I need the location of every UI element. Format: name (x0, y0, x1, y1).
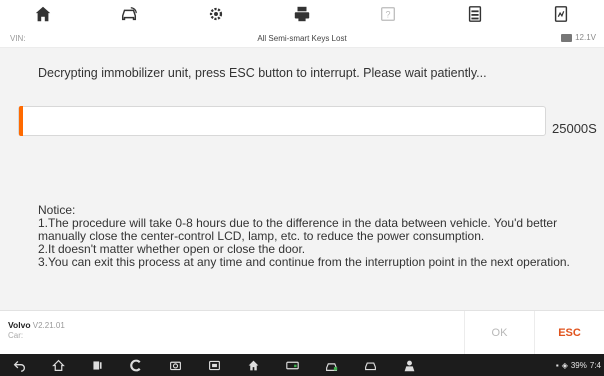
footer-bar: Volvo V2.21.01 Car: OK ESC (0, 310, 604, 355)
status-message: Decrypting immobilizer unit, press ESC b… (38, 66, 487, 80)
home-app-button[interactable] (234, 359, 273, 372)
notification-icon: ▪ (555, 360, 559, 370)
vehicle-info: Volvo V2.21.01 Car: (8, 320, 65, 340)
battery-voltage-value: 12.1V (575, 33, 596, 42)
esc-button[interactable]: ESC (534, 311, 604, 355)
vci-button[interactable] (195, 359, 234, 372)
back-icon (13, 360, 25, 372)
home-nav-button[interactable] (39, 359, 78, 372)
ok-button[interactable]: OK (464, 311, 534, 355)
data-log-icon (468, 6, 481, 22)
settings-button[interactable] (173, 0, 259, 28)
help-icon: ? (381, 7, 396, 21)
system-status: ▪ ◈ 39% 7:4 (556, 361, 604, 370)
recent-apps-button[interactable] (78, 359, 117, 372)
main-content: Decrypting immobilizer unit, press ESC b… (0, 48, 604, 310)
page-title: All Semi-smart Keys Lost (257, 34, 347, 43)
vehicle-swap-icon (122, 7, 138, 21)
mechanic-button[interactable] (390, 359, 429, 372)
battery-test-icon (286, 361, 299, 369)
notice-text: Notice: 1.The procedure will take 0-8 ho… (38, 204, 578, 269)
title-bar: VIN: All Semi-smart Keys Lost 12.1V (0, 28, 604, 48)
recent-apps-icon (93, 360, 102, 370)
status-time: 7:4 (589, 360, 601, 370)
home-button[interactable] (0, 0, 86, 28)
camera-button[interactable] (156, 359, 195, 372)
battery-voltage: 12.1V (561, 33, 596, 42)
vci-icon (209, 360, 220, 370)
battery-icon (561, 33, 573, 42)
camera-icon (170, 361, 181, 370)
vehicle-app-icon (326, 362, 338, 371)
android-nav-bar: ▪ ◈ 39% 7:4 (0, 354, 604, 376)
help-button[interactable]: ? (345, 0, 431, 28)
back-button[interactable] (0, 359, 39, 372)
vehicle-car-label: Car: (8, 331, 24, 340)
browser-icon (130, 359, 141, 371)
progress-fill (19, 106, 23, 136)
report-button[interactable] (518, 0, 604, 28)
wifi-icon: ◈ (561, 360, 568, 370)
notice-line-1: 1.The procedure will take 0-8 hours due … (38, 216, 558, 243)
mechanic-icon (404, 360, 415, 371)
home-app-icon (248, 360, 259, 370)
progress-readout: 25000S (552, 121, 597, 136)
svg-text:?: ? (386, 10, 391, 20)
battery-test-button[interactable] (273, 359, 312, 372)
progress-bar (18, 106, 546, 136)
vehicle-app-button[interactable] (312, 359, 351, 372)
print-button[interactable] (259, 0, 345, 28)
settings-icon (209, 7, 222, 21)
browser-button[interactable] (117, 359, 156, 372)
top-toolbar: ? (0, 0, 604, 28)
notice-line-3: 3.You can exit this process at any time … (38, 255, 570, 269)
print-icon (294, 6, 310, 22)
vehicle-version: V2.21.01 (32, 321, 65, 330)
vehicle-make: Volvo (8, 320, 31, 330)
home-icon (35, 6, 51, 22)
car-button[interactable] (351, 359, 390, 372)
vehicle-swap-button[interactable] (86, 0, 172, 28)
home-nav-icon (52, 359, 65, 371)
car-icon (365, 361, 376, 370)
data-log-button[interactable] (431, 0, 517, 28)
report-icon (554, 6, 567, 22)
battery-percent: 39% (570, 360, 587, 370)
